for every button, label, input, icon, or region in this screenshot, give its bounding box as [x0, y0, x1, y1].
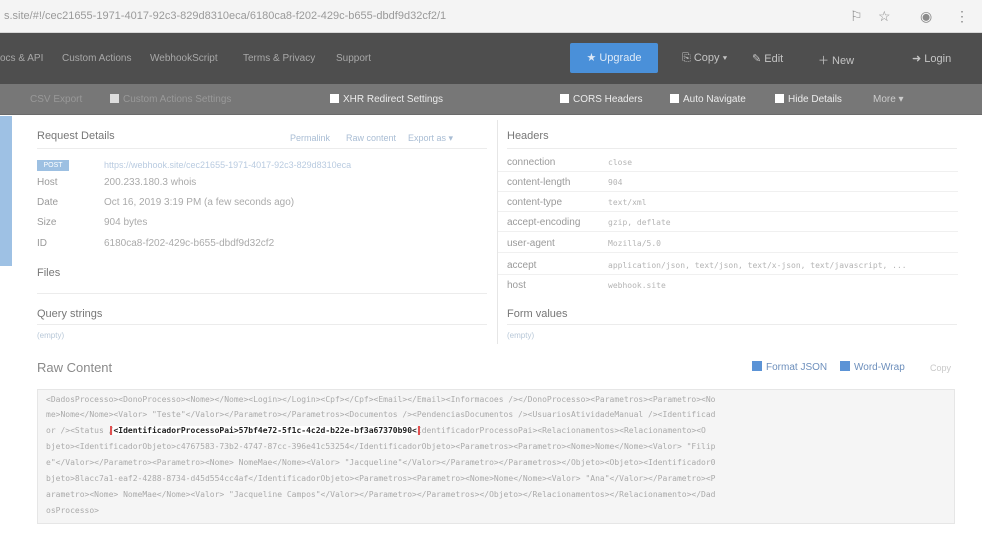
- checkbox-icon: [110, 94, 119, 103]
- csv-export-button[interactable]: CSV Export: [30, 94, 82, 105]
- divider: [37, 324, 487, 325]
- divider: [498, 171, 958, 172]
- divider: [507, 324, 957, 325]
- divider: [37, 148, 487, 149]
- query-strings-empty: (empty): [37, 331, 65, 340]
- divider: [498, 191, 958, 192]
- header-value: 904: [608, 178, 623, 187]
- divider: [37, 293, 487, 294]
- nav-link-support[interactable]: Support: [336, 53, 371, 64]
- form-values-title: Form values: [507, 308, 568, 320]
- checkbox-icon: [670, 94, 679, 103]
- request-details-title: Request Details: [37, 130, 115, 142]
- word-wrap-toggle[interactable]: Word-Wrap: [840, 361, 905, 373]
- nav-link-webhookscript[interactable]: WebhookScript: [150, 53, 218, 64]
- divider: [498, 231, 958, 232]
- checkbox-icon: [560, 94, 569, 103]
- header-key: content-length: [507, 177, 571, 188]
- header-value: text/xml: [608, 198, 647, 207]
- highlighted-identificador-processo-pai: <IdentificadorProcessoPai>57bf4e72-5f1c-…: [110, 426, 420, 435]
- raw-line: osProcesso>: [46, 506, 99, 515]
- checkbox-checked-icon: [752, 361, 762, 371]
- checkbox-icon: [330, 94, 339, 103]
- column-divider: [497, 120, 498, 344]
- method-badge: POST: [37, 160, 69, 171]
- nav-link-custom-actions[interactable]: Custom Actions: [62, 53, 131, 64]
- query-strings-title: Query strings: [37, 308, 103, 320]
- url-text[interactable]: s.site/#!/cec21655-1971-4017-92c3-829d83…: [4, 10, 446, 22]
- header-value: gzip, deflate: [608, 218, 671, 227]
- headers-title: Headers: [507, 130, 549, 142]
- divider: [498, 211, 958, 212]
- login-button[interactable]: ➜ Login: [912, 52, 951, 65]
- edit-button[interactable]: ✎ Edit: [752, 52, 783, 65]
- header-key: accept: [507, 260, 537, 271]
- header-key: user-agent: [507, 238, 555, 249]
- request-url-link[interactable]: https://webhook.site/cec21655-1971-4017-…: [104, 160, 484, 170]
- cors-headers-toggle[interactable]: CORS Headers: [560, 94, 642, 105]
- raw-content-link[interactable]: Raw content: [346, 133, 396, 143]
- export-as-dropdown[interactable]: Export as ▾: [408, 133, 453, 144]
- host-label: Host: [37, 177, 58, 188]
- header-value: webhook.site: [608, 281, 666, 290]
- translate-icon[interactable]: ⚐: [850, 8, 863, 25]
- host-value: 200.233.180.3 whois: [104, 177, 197, 188]
- format-json-toggle[interactable]: Format JSON: [752, 361, 827, 373]
- header-key: connection: [507, 157, 556, 168]
- raw-content-body[interactable]: <DadosProcesso><DonoProcesso><Nome></Nom…: [37, 389, 955, 524]
- auto-navigate-toggle[interactable]: Auto Navigate: [670, 94, 746, 105]
- header-key: host: [507, 280, 526, 291]
- checkbox-checked-icon: [840, 361, 850, 371]
- size-value: 904 bytes: [104, 217, 148, 228]
- top-navigation: ocs & API Custom Actions WebhookScript T…: [0, 33, 982, 84]
- raw-line: e"</Valor></Parametro><Parametro><Nome> …: [46, 458, 716, 467]
- checkbox-icon: [775, 94, 784, 103]
- header-value: close: [608, 158, 633, 167]
- xhr-redirect-settings-toggle[interactable]: XHR Redirect Settings: [330, 94, 443, 105]
- id-label: ID: [37, 238, 47, 249]
- permalink-link[interactable]: Permalink: [290, 133, 330, 143]
- more-menu-button[interactable]: More ▾: [873, 94, 904, 105]
- header-value: application/json, text/json, text/x-json…: [608, 261, 907, 270]
- id-value: 6180ca8-f202-429c-b655-dbdf9d32cf2: [104, 238, 275, 249]
- menu-icon[interactable]: ⋮: [955, 8, 969, 25]
- raw-content-title: Raw Content: [37, 360, 113, 375]
- copy-raw-button[interactable]: Copy: [930, 363, 951, 373]
- star-icon[interactable]: ☆: [878, 8, 891, 25]
- raw-line: me>Nome</Nome><Valor> "Teste"</Valor></P…: [46, 410, 716, 419]
- size-label: Size: [37, 217, 57, 228]
- new-button[interactable]: ＋ New: [818, 52, 854, 68]
- request-toolbar: CSV Export Custom Actions Settings XHR R…: [0, 84, 982, 115]
- raw-line: or /><Status /<IdentificadorProcessoPai>…: [46, 426, 706, 435]
- divider: [498, 274, 958, 275]
- raw-line: bjeto>8lacc7a1-eaf2-4288-8734-d45d554cc4…: [46, 474, 716, 483]
- custom-actions-settings-toggle[interactable]: Custom Actions Settings: [110, 94, 231, 105]
- header-key: accept-encoding: [507, 217, 581, 228]
- divider: [507, 148, 957, 149]
- date-value: Oct 16, 2019 3:19 PM (a few seconds ago): [104, 197, 295, 208]
- raw-line: arametro><Nome> NomeMae</Nome><Valor> "J…: [46, 490, 716, 499]
- account-icon[interactable]: ◉: [920, 8, 932, 25]
- upgrade-button[interactable]: ★ Upgrade: [570, 43, 658, 73]
- files-title: Files: [37, 267, 61, 279]
- form-values-empty: (empty): [507, 331, 535, 340]
- date-label: Date: [37, 197, 59, 208]
- divider: [498, 252, 958, 253]
- nav-link-terms[interactable]: Terms & Privacy: [243, 53, 315, 64]
- sidebar-edge[interactable]: [0, 116, 12, 266]
- hide-details-toggle[interactable]: Hide Details: [775, 94, 842, 105]
- header-value: Mozilla/5.0: [608, 239, 661, 248]
- header-key: content-type: [507, 197, 563, 208]
- browser-address-bar: s.site/#!/cec21655-1971-4017-92c3-829d83…: [0, 0, 982, 33]
- raw-line: <DadosProcesso><DonoProcesso><Nome></Nom…: [46, 395, 716, 404]
- copy-button[interactable]: ⎘ Copy ▾: [682, 52, 727, 65]
- nav-link-docs[interactable]: ocs & API: [0, 53, 43, 64]
- raw-line: bjeto><IdentificadorObjeto>c4767583-73b2…: [46, 442, 716, 451]
